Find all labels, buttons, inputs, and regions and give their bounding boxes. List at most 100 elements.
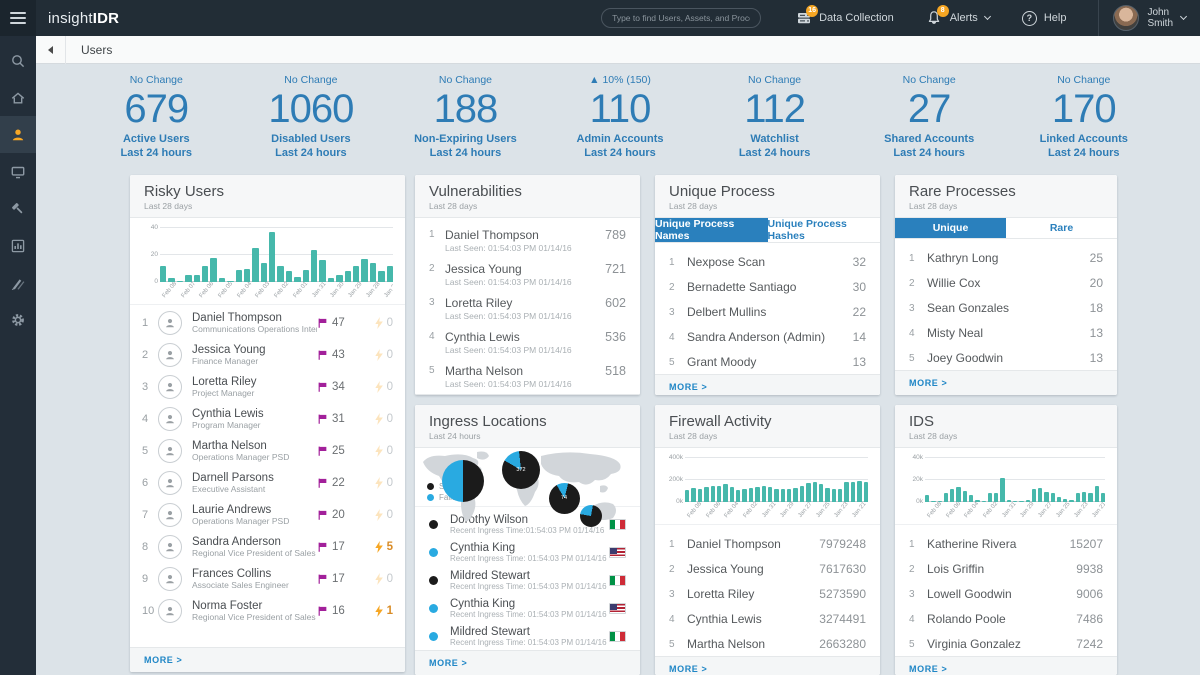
unique-process-list: 1 Nexpose Scan 32 2 Bernadette Santiago …	[655, 243, 880, 374]
firewall-row[interactable]: 1 Daniel Thompson 7979248	[655, 531, 880, 556]
bolt-count: 0	[361, 509, 393, 521]
sidebar-item-users[interactable]	[0, 116, 36, 153]
tab-unique-process-names[interactable]: Unique Process Names	[655, 218, 768, 242]
data-collection-badge: 16	[806, 5, 818, 17]
risky-user-row[interactable]: 7 Laurie Andrews Operations Manager PSD …	[130, 499, 405, 531]
stat-card[interactable]: No Change 112 WatchlistLast 24 hours	[697, 74, 852, 161]
user-menu[interactable]: JohnSmith	[1113, 5, 1186, 31]
status-dot-icon	[429, 576, 438, 585]
user-role: Associate Sales Engineer	[192, 580, 317, 590]
firewall-row[interactable]: 2 Jessica Young 7617630	[655, 556, 880, 581]
risky-user-row[interactable]: 8 Sandra Anderson Regional Vice Presiden…	[130, 531, 405, 563]
ids-row[interactable]: 4 Rolando Poole 7486	[895, 606, 1117, 631]
process-row[interactable]: 2 Bernadette Santiago 30	[655, 274, 880, 299]
ids-row[interactable]: 2 Lois Griffin 9938	[895, 556, 1117, 581]
row-value: 3274491	[819, 612, 866, 626]
firewall-row[interactable]: 4 Cynthia Lewis 3274491	[655, 606, 880, 631]
process-row[interactable]: 4 Sandra Anderson (Admin) 14	[655, 324, 880, 349]
stat-card[interactable]: No Change 188 Non-Expiring UsersLast 24 …	[388, 74, 543, 161]
bolt-count: 5	[361, 541, 393, 553]
vulnerability-row[interactable]: 1 Daniel Thompson Last Seen: 01:54:03 PM…	[415, 224, 640, 258]
risky-user-row[interactable]: 9 Frances Collins Associate Sales Engine…	[130, 563, 405, 595]
process-row[interactable]: 4 Misty Neal 13	[895, 320, 1117, 345]
stat-card[interactable]: No Change 170 Linked AccountsLast 24 hou…	[1006, 74, 1161, 161]
tab-rare[interactable]: Rare	[1006, 218, 1117, 238]
stat-card[interactable]: No Change 679 Active UsersLast 24 hours	[79, 74, 234, 161]
risky-user-row[interactable]: 4 Cynthia Lewis Program Manager 31 0	[130, 403, 405, 435]
hamburger-menu-icon[interactable]	[0, 0, 36, 36]
stat-label: Active UsersLast 24 hours	[79, 133, 234, 161]
ids-row[interactable]: 5 Virginia Gonzalez 7242	[895, 631, 1117, 656]
bolt-icon	[375, 445, 384, 457]
ingress-row[interactable]: Cynthia King Recent Ingress Time: 01:54:…	[415, 538, 640, 566]
risky-user-row[interactable]: 10 Norma Foster Regional Vice President …	[130, 595, 405, 627]
more-link[interactable]: MORE >	[415, 650, 640, 675]
user-identity: Frances Collins Associate Sales Engineer	[192, 568, 317, 590]
ingress-row[interactable]: Cynthia King Recent Ingress Time: 01:54:…	[415, 594, 640, 622]
sidebar-item-search[interactable]	[0, 42, 36, 79]
ingress-row[interactable]: Mildred Stewart Recent Ingress Time: 01:…	[415, 622, 640, 650]
user-identity: Martha Nelson Operations Manager PSD	[192, 440, 317, 462]
flag-count: 17	[317, 573, 361, 585]
bolt-count: 0	[361, 477, 393, 489]
row-rank: 5	[142, 445, 158, 457]
sidebar-item-log-search[interactable]	[0, 264, 36, 301]
ingress-row[interactable]: Mildred Stewart Recent Ingress Time: 01:…	[415, 566, 640, 594]
row-value: 7617630	[819, 562, 866, 576]
more-link[interactable]: MORE >	[895, 370, 1117, 395]
bolt-count: 0	[361, 445, 393, 457]
ids-row[interactable]: 3 Lowell Goodwin 9006	[895, 581, 1117, 606]
global-search-input[interactable]	[601, 8, 761, 28]
ingress-map-marker	[442, 460, 484, 502]
risky-user-row[interactable]: 5 Martha Nelson Operations Manager PSD 2…	[130, 435, 405, 467]
flag-count: 47	[317, 317, 361, 329]
process-row[interactable]: 3 Sean Gonzales 18	[895, 295, 1117, 320]
flag-icon	[317, 541, 328, 553]
risky-user-row[interactable]: 1 Daniel Thompson Communications Operati…	[130, 307, 405, 339]
alerts-button[interactable]: 8 Alerts	[926, 10, 990, 27]
sidebar-item-endpoints[interactable]	[0, 153, 36, 190]
more-link[interactable]: MORE >	[130, 647, 405, 672]
process-row[interactable]: 1 Kathryn Long 25	[895, 245, 1117, 270]
last-seen: Last Seen: 01:54:03 PM 01/14/16	[445, 379, 605, 389]
stat-card[interactable]: ▲ 10% (150) 110 Admin AccountsLast 24 ho…	[543, 74, 698, 161]
more-link[interactable]: MORE >	[655, 374, 880, 395]
vulnerability-row[interactable]: 5 Martha Nelson Last Seen: 01:54:03 PM 0…	[415, 360, 640, 394]
bolt-count: 1	[361, 605, 393, 617]
risky-user-row[interactable]: 2 Jessica Young Finance Manager 43 0	[130, 339, 405, 371]
process-row[interactable]: 1 Nexpose Scan 32	[655, 249, 880, 274]
help-button[interactable]: ? Help	[1022, 11, 1067, 26]
stat-card[interactable]: No Change 27 Shared AccountsLast 24 hour…	[852, 74, 1007, 161]
process-row[interactable]: 3 Delbert Mullins 22	[655, 299, 880, 324]
process-row[interactable]: 5 Joey Goodwin 13	[895, 345, 1117, 370]
firewall-row[interactable]: 5 Martha Nelson 2663280	[655, 631, 880, 656]
bolt-icon	[375, 573, 384, 585]
firewall-row[interactable]: 3 Loretta Riley 5273590	[655, 581, 880, 606]
risky-user-row[interactable]: 3 Loretta Riley Project Manager 34 0	[130, 371, 405, 403]
vulnerability-row[interactable]: 2 Jessica Young Last Seen: 01:54:03 PM 0…	[415, 258, 640, 292]
user-identity: Jessica Young Finance Manager	[192, 344, 317, 366]
user-name: Cynthia Lewis	[687, 612, 819, 626]
tab-unique-process-hashes[interactable]: Unique Process Hashes	[768, 218, 881, 242]
ids-row[interactable]: 1 Katherine Rivera 15207	[895, 531, 1117, 556]
tab-unique[interactable]: Unique	[895, 218, 1006, 238]
more-link[interactable]: MORE >	[895, 656, 1117, 675]
process-row[interactable]: 2 Willie Cox 20	[895, 270, 1117, 295]
risky-user-row[interactable]: 6 Darnell Parsons Executive Assistant 22…	[130, 467, 405, 499]
sidebar-item-settings[interactable]	[0, 301, 36, 338]
user-role: Regional Vice President of Sales	[192, 548, 317, 558]
country-flag-icon	[609, 631, 626, 642]
bolt-icon	[375, 413, 384, 425]
stat-card[interactable]: No Change 1060 Disabled UsersLast 24 hou…	[234, 74, 389, 161]
more-link[interactable]: MORE >	[655, 656, 880, 675]
process-row[interactable]: 5 Grant Moody 13	[655, 349, 880, 374]
data-collection-button[interactable]: 16 Data Collection	[795, 10, 894, 27]
more-link[interactable]: MORE >	[415, 394, 640, 395]
vulnerability-row[interactable]: 3 Loretta Riley Last Seen: 01:54:03 PM 0…	[415, 292, 640, 326]
sidebar-item-home[interactable]	[0, 79, 36, 116]
sidebar-item-investigations[interactable]	[0, 190, 36, 227]
sidebar-item-reports[interactable]	[0, 227, 36, 264]
flag-icon	[317, 477, 328, 489]
vulnerability-row[interactable]: 4 Cynthia Lewis Last Seen: 01:54:03 PM 0…	[415, 326, 640, 360]
back-button[interactable]	[36, 36, 66, 64]
